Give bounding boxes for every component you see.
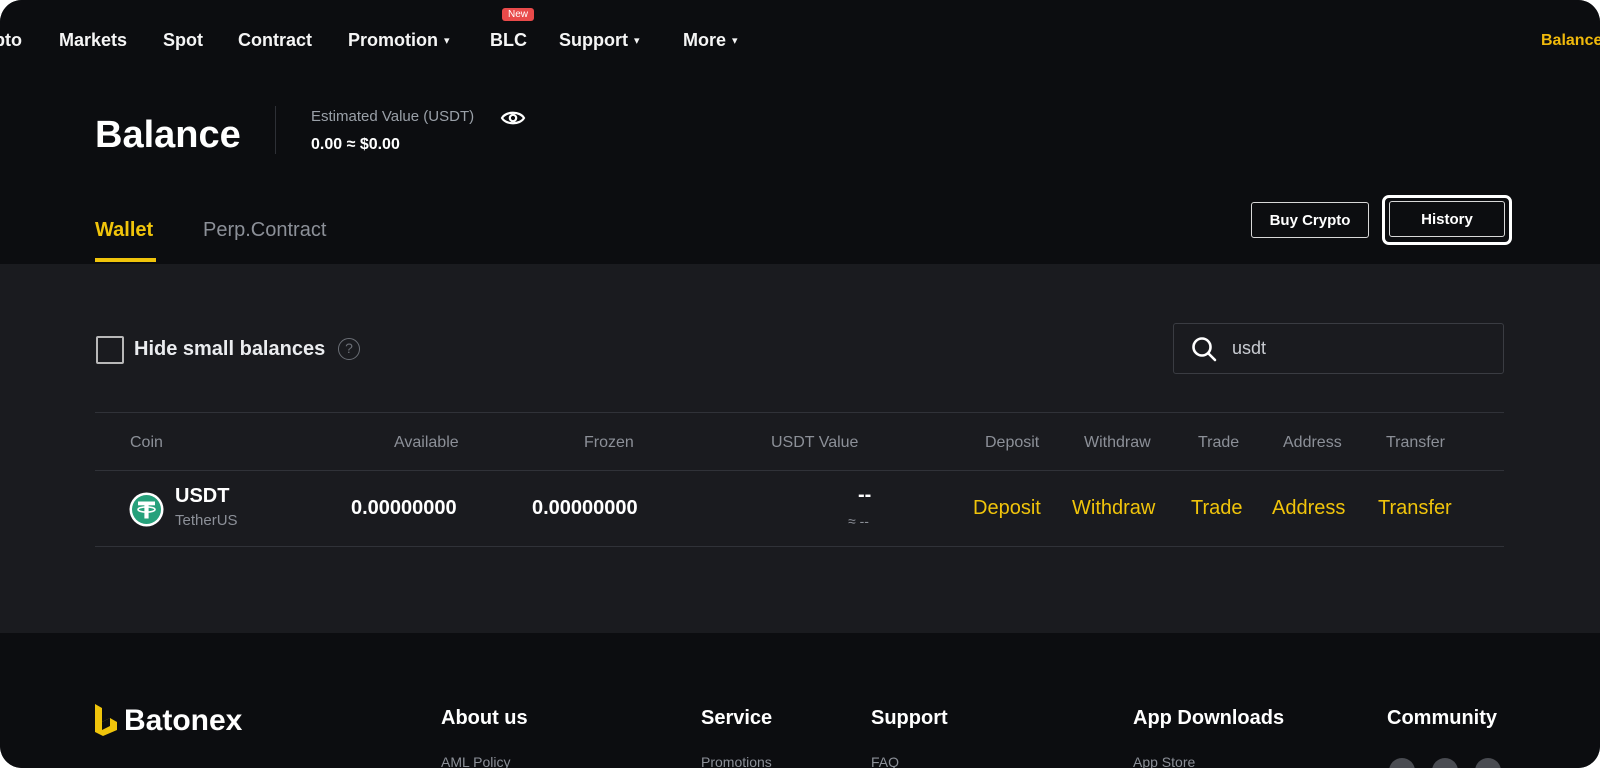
footer — [0, 633, 1600, 768]
footer-heading-app-downloads: App Downloads — [1133, 707, 1285, 729]
withdraw-link[interactable]: Withdraw — [1072, 497, 1155, 520]
hide-small-balances-checkbox[interactable] — [96, 336, 124, 364]
col-header-address: Address — [1283, 434, 1342, 451]
tether-icon — [129, 492, 164, 527]
search-box[interactable] — [1173, 323, 1504, 374]
table-row-rule — [95, 546, 1504, 547]
nav-balance-link[interactable]: Balance — [1541, 32, 1600, 50]
tab-perp-contract[interactable]: Perp.Contract — [203, 219, 326, 242]
nav-item-more[interactable]: More ▾ — [683, 30, 738, 51]
history-button[interactable]: History — [1389, 201, 1505, 237]
tab-active-underline — [95, 258, 156, 262]
footer-heading-support: Support — [871, 707, 948, 729]
footer-heading-about: About us — [441, 707, 528, 729]
search-icon — [1192, 336, 1217, 361]
col-header-frozen: Frozen — [584, 434, 634, 451]
col-header-available: Available — [394, 434, 459, 451]
footer-heading-community: Community — [1387, 707, 1497, 729]
nav-item-promotion[interactable]: Promotion ▾ — [348, 30, 450, 51]
usdt-value: -- — [858, 484, 872, 506]
app-window: pto Markets Spot Contract Promotion▾ BLC… — [0, 0, 1600, 768]
chevron-down-icon: ▾ — [444, 35, 450, 47]
nav-item-support[interactable]: Support ▾ — [559, 30, 640, 51]
col-header-coin: Coin — [130, 434, 163, 451]
nav-item-blc[interactable]: BLC — [490, 30, 527, 51]
brand-name: Batonex — [124, 704, 243, 737]
new-badge: New — [502, 8, 535, 21]
coin-symbol: USDT — [175, 485, 230, 507]
footer-link-app-store[interactable]: App Store — [1133, 754, 1195, 768]
batonex-logo-icon — [95, 704, 117, 736]
buy-crypto-button[interactable]: Buy Crypto — [1251, 202, 1369, 238]
chevron-down-icon: ▾ — [634, 35, 640, 47]
title-divider — [275, 106, 276, 154]
col-header-usdt-value: USDT Value — [771, 434, 859, 451]
table-header-rule — [95, 470, 1504, 471]
eye-icon[interactable] — [500, 108, 526, 128]
chevron-down-icon: ▾ — [732, 35, 738, 47]
col-header-withdraw: Withdraw — [1084, 434, 1151, 451]
coin-name: TetherUS — [175, 512, 238, 529]
nav-item-spot[interactable]: Spot — [163, 30, 203, 51]
col-header-deposit: Deposit — [985, 434, 1040, 451]
available-amount: 0.00000000 — [351, 497, 457, 519]
search-input[interactable] — [1232, 338, 1472, 359]
footer-link-faq[interactable]: FAQ — [871, 754, 899, 768]
deposit-link[interactable]: Deposit — [973, 497, 1041, 520]
page-title: Balance — [95, 114, 241, 156]
nav-item-markets[interactable]: Markets — [59, 30, 127, 51]
estimated-value-label: Estimated Value (USDT) — [311, 108, 475, 125]
footer-link-aml-policy[interactable]: AML Policy — [441, 754, 511, 768]
col-header-transfer: Transfer — [1386, 434, 1445, 451]
col-header-trade: Trade — [1198, 434, 1240, 451]
trade-link[interactable]: Trade — [1191, 497, 1243, 520]
footer-link-promotions[interactable]: Promotions — [701, 754, 772, 768]
usdt-value-approx: ≈ -- — [848, 513, 869, 529]
footer-heading-service: Service — [701, 707, 773, 729]
hide-small-balances-label[interactable]: Hide small balances — [134, 338, 325, 361]
transfer-link[interactable]: Transfer — [1378, 497, 1452, 520]
frozen-amount: 0.00000000 — [532, 497, 638, 519]
top-nav: pto Markets Spot Contract Promotion▾ BLC… — [0, 0, 1600, 82]
nav-item-crypto[interactable]: pto — [0, 30, 22, 51]
table-top-rule — [95, 412, 1504, 413]
help-icon[interactable]: ? — [338, 338, 360, 360]
nav-item-contract[interactable]: Contract — [238, 30, 312, 51]
tab-wallet[interactable]: Wallet — [95, 219, 153, 242]
address-link[interactable]: Address — [1272, 497, 1345, 520]
estimated-value: 0.00 ≈ $0.00 — [311, 136, 400, 153]
